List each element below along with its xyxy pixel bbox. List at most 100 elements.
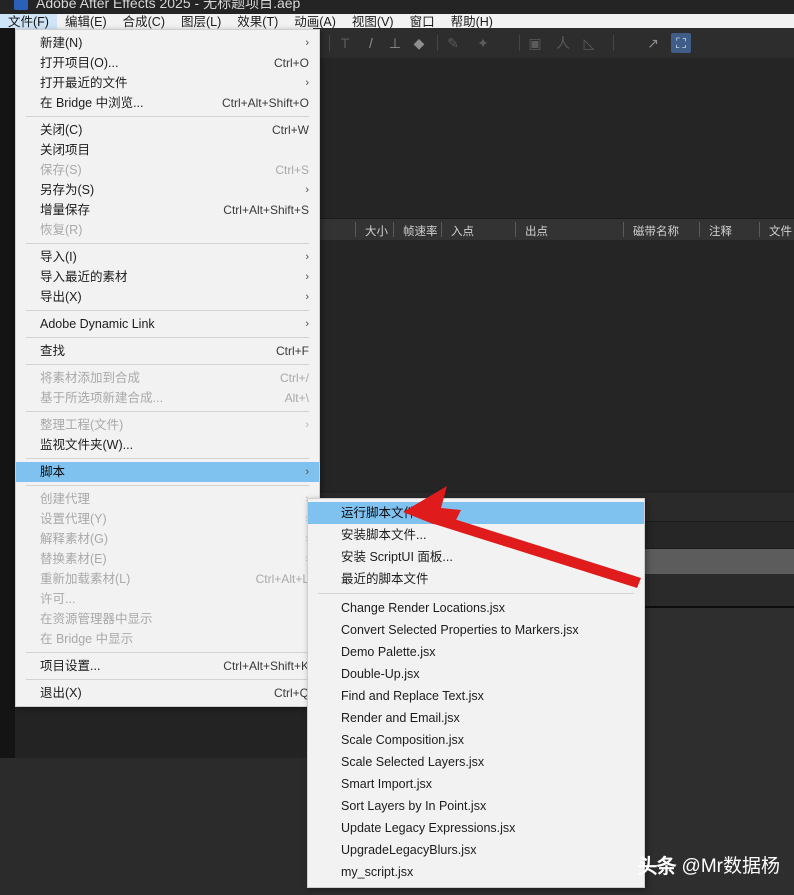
menu-item[interactable]: Scale Composition.jsx (308, 729, 644, 751)
menu-separator (26, 243, 309, 244)
menubar-item-2[interactable]: 合成(C) (115, 14, 173, 31)
column-divider[interactable] (623, 222, 624, 237)
menu-item[interactable]: 安装脚本文件... (308, 524, 644, 546)
eraser-icon[interactable]: ◆ (409, 33, 429, 53)
scripts-submenu[interactable]: 运行脚本文件... 安装脚本文件... 安装 ScriptUI 面板... 最近的脚本… (307, 498, 645, 888)
project-panel-body (313, 240, 794, 490)
menu-item[interactable]: Demo Palette.jsx (308, 641, 644, 663)
menu-item[interactable]: Update Legacy Expressions.jsx (308, 817, 644, 839)
menu-item[interactable]: 监视文件夹(W)... (16, 435, 319, 455)
chevron-right-icon: › (305, 184, 309, 196)
menu-item-label: 在资源管理器中显示 (40, 612, 153, 626)
column-divider[interactable] (393, 222, 394, 237)
menu-item[interactable]: 打开项目(O)... Ctrl+O (16, 53, 319, 73)
shape-icon[interactable]: ◺ (579, 33, 599, 53)
column-header[interactable]: 帧速率 (403, 223, 438, 239)
menu-item[interactable]: 退出(X) Ctrl+Q (16, 683, 319, 703)
menu-item: 基于所选项新建合成... Alt+\ (16, 388, 319, 408)
chevron-right-icon: › (305, 251, 309, 263)
menu-item-label: 在 Bridge 中浏览... (40, 96, 144, 110)
snapshot-icon[interactable]: ▣ (525, 33, 545, 53)
column-divider[interactable] (441, 222, 442, 237)
chevron-right-icon: › (305, 419, 309, 431)
menu-item[interactable]: Double-Up.jsx (308, 663, 644, 685)
menu-item[interactable]: 导入最近的素材 › (16, 267, 319, 287)
menu-separator (26, 679, 309, 680)
clone-stamp-icon[interactable]: ⊥ (385, 33, 405, 53)
file-menu-dropdown[interactable]: 新建(N) › 打开项目(O)... Ctrl+O 打开最近的文件 › 在 Bridge 中… (15, 29, 320, 707)
menu-item[interactable]: 新建(N) › (16, 33, 319, 53)
menu-item: 恢复(R) (16, 220, 319, 240)
menu-item-label: Update Legacy Expressions.jsx (341, 821, 516, 835)
column-header[interactable]: 磁带名称 (633, 223, 679, 239)
menu-item-shortcut: Ctrl+Q (273, 686, 309, 700)
menu-item[interactable]: Smart Import.jsx (308, 773, 644, 795)
project-column-headers: 大小 帧速率 入点 出点 磁带名称 注释 文件 (313, 218, 794, 242)
column-divider[interactable] (355, 222, 356, 237)
window-title: Adobe After Effects 2025 - 无标题项目.aep (36, 0, 301, 11)
menu-item-label: 整理工程(文件) (40, 418, 124, 432)
menubar-item-4[interactable]: 效果(T) (229, 14, 286, 31)
menu-item-label: Change Render Locations.jsx (341, 601, 505, 615)
menubar-item-1[interactable]: 编辑(E) (57, 14, 115, 31)
column-divider[interactable] (515, 222, 516, 237)
menu-item[interactable]: Change Render Locations.jsx (308, 597, 644, 619)
menu-item-shortcut: Ctrl+Alt+Shift+K (223, 659, 309, 673)
menu-item[interactable]: 导入(I) › (16, 247, 319, 267)
roto-brush-icon[interactable]: ✎ (443, 33, 463, 53)
menu-item[interactable]: 在 Bridge 中浏览... Ctrl+Alt+Shift+O (16, 93, 319, 113)
menu-item[interactable]: UpgradeLegacyBlurs.jsx (308, 839, 644, 861)
pick-whip-icon[interactable]: ↗ (643, 33, 663, 53)
menu-item[interactable]: 查找 Ctrl+F (16, 341, 319, 361)
menu-item[interactable]: 关闭(C) Ctrl+W (16, 120, 319, 140)
person-icon[interactable]: 人 (553, 33, 573, 53)
menu-item-label: 在 Bridge 中显示 (40, 632, 134, 646)
menu-item[interactable]: Find and Replace Text.jsx (308, 685, 644, 707)
column-header[interactable]: 大小 (365, 223, 388, 239)
menu-item-label: 增量保存 (40, 203, 91, 217)
menu-item-label: Sort Layers by In Point.jsx (341, 799, 487, 813)
chevron-right-icon: › (305, 271, 309, 283)
menu-item[interactable]: 另存为(S) › (16, 180, 319, 200)
column-header[interactable]: 入点 (451, 223, 474, 239)
text-icon[interactable]: T (335, 33, 355, 53)
menu-item[interactable]: Adobe Dynamic Link › (16, 314, 319, 334)
menu-item[interactable]: 安装 ScriptUI 面板... (308, 546, 644, 568)
menu-item-label: Render and Email.jsx (341, 711, 460, 725)
column-divider[interactable] (699, 222, 700, 237)
column-header[interactable]: 注释 (709, 223, 732, 239)
title-bar: Adobe After Effects 2025 - 无标题项目.aep (0, 0, 794, 14)
column-header[interactable]: 文件 (769, 223, 792, 239)
menu-item[interactable]: 运行脚本文件... (308, 502, 644, 524)
menu-item[interactable]: 脚本 › (16, 462, 319, 482)
menu-item-label: 打开最近的文件 (40, 76, 128, 90)
column-header[interactable]: 出点 (525, 223, 548, 239)
menu-item[interactable]: Scale Selected Layers.jsx (308, 751, 644, 773)
menu-item-shortcut: Ctrl+/ (279, 371, 309, 385)
menu-item-shortcut: Ctrl+W (272, 123, 309, 137)
project-panel-top (313, 58, 794, 218)
menu-item[interactable]: Render and Email.jsx (308, 707, 644, 729)
menu-item[interactable]: 最近的脚本文件 › (308, 568, 644, 590)
menu-separator (26, 652, 309, 653)
menu-item[interactable]: Convert Selected Properties to Markers.j… (308, 619, 644, 641)
menu-item[interactable]: 导出(X) › (16, 287, 319, 307)
tools-toolbar: 对齐 T/⊥◆✎✦▣人◺↗⛶ (313, 28, 794, 59)
menu-item: 将素材添加到合成 Ctrl+/ (16, 368, 319, 388)
menu-item[interactable]: 关闭项目 (16, 140, 319, 160)
menu-item-label: 关闭项目 (40, 143, 91, 157)
transform-box-icon[interactable]: ⛶ (671, 33, 691, 53)
menu-item[interactable]: 打开最近的文件 › (16, 73, 319, 93)
menu-separator (26, 364, 309, 365)
menu-item[interactable]: Sort Layers by In Point.jsx (308, 795, 644, 817)
menu-item[interactable]: my_script.jsx (308, 861, 644, 883)
menubar-item-3[interactable]: 图层(L) (173, 14, 229, 31)
column-divider[interactable] (759, 222, 760, 237)
brush-icon[interactable]: / (361, 33, 381, 53)
menu-item[interactable]: 增量保存 Ctrl+Alt+Shift+S (16, 200, 319, 220)
menu-item-shortcut: Ctrl+O (273, 56, 309, 70)
puppet-pin-icon[interactable]: ✦ (473, 33, 493, 53)
menu-item[interactable]: 项目设置... Ctrl+Alt+Shift+K (16, 656, 319, 676)
after-effects-window: Adobe After Effects 2025 - 无标题项目.aep 文件(… (0, 0, 794, 895)
menu-item-shortcut: Ctrl+F (276, 344, 309, 358)
